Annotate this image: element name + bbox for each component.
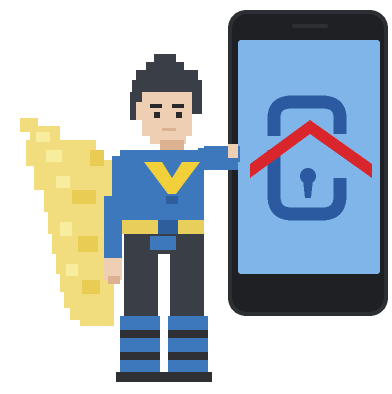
cape-shape [20, 118, 114, 326]
smartphone-icon [228, 10, 388, 316]
hero-phone-svg [20, 10, 388, 382]
hero-icon [104, 54, 240, 382]
hero-phone-illustration [0, 0, 392, 390]
